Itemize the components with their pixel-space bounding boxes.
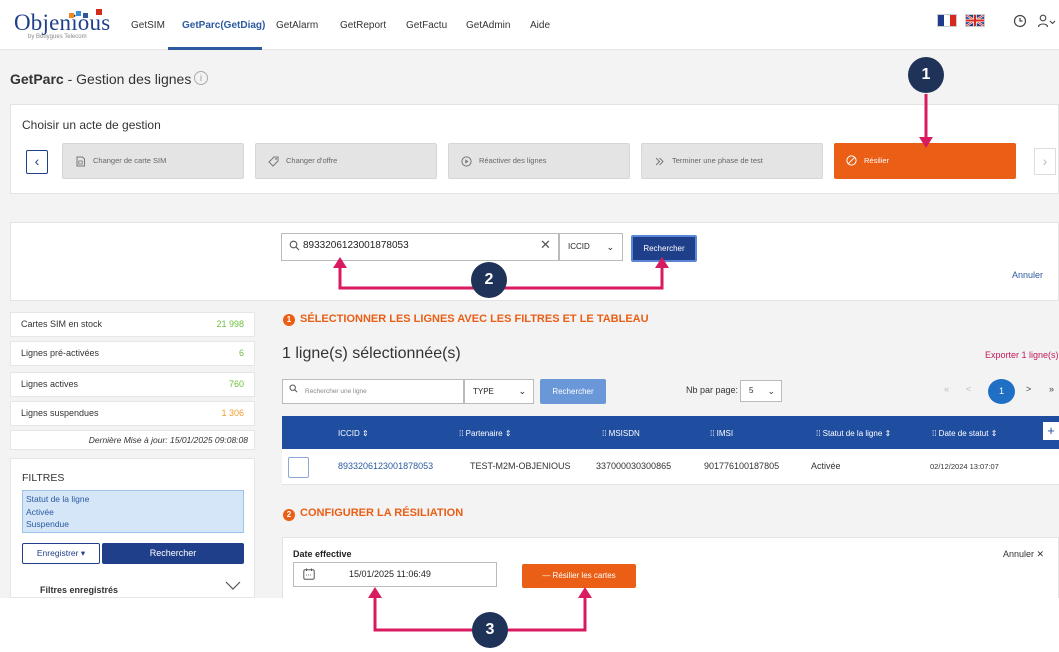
brand-tagline: by Bouygues Telecom	[28, 34, 87, 40]
callout-3: 3	[472, 612, 508, 648]
cell-imsi: 901776100187805	[704, 461, 780, 471]
carousel-next-button[interactable]: ›	[1034, 148, 1056, 175]
tag-icon	[268, 156, 279, 167]
callout-1: 1	[908, 57, 944, 93]
search-submit-button[interactable]: Rechercher	[631, 235, 697, 262]
nav-item-getsim[interactable]: GetSIM	[131, 20, 165, 31]
add-column-button[interactable]: +	[1043, 422, 1059, 440]
stat-pre-activated[interactable]: Lignes pré-activées 6	[10, 341, 255, 366]
cell-iccid[interactable]: 8933206123001878053	[338, 461, 433, 471]
cell-msisdn: 337000030300865	[596, 461, 672, 471]
uk-flag-icon[interactable]	[965, 14, 985, 27]
line-search-button[interactable]: Rechercher	[540, 379, 606, 404]
acte-changer-carte-sim-button[interactable]: Changer de carte SIM	[62, 143, 244, 179]
acte-reactiver-lignes-button[interactable]: Réactiver des lignes	[448, 143, 630, 179]
step-1-badge: 1	[283, 314, 295, 326]
clear-icon[interactable]: ✕	[540, 237, 551, 253]
nav-item-getalarm[interactable]: GetAlarm	[276, 20, 318, 31]
column-header-partenaire[interactable]: ⁞⁞ Partenaire ⇕	[459, 429, 512, 438]
cell-date-statut: 02/12/2024 13:07:07	[930, 462, 999, 471]
pagination-last[interactable]: »	[1049, 384, 1054, 394]
nav-item-aide[interactable]: Aide	[530, 20, 550, 31]
resilier-cartes-button[interactable]: — Résilier les cartes	[522, 564, 636, 588]
clock-icon[interactable]	[1013, 14, 1027, 28]
column-header-date-statut[interactable]: ⁞⁞ Date de statut ⇕	[932, 429, 997, 438]
date-effective-input[interactable]: 15/01/2025 11:06:49	[293, 562, 497, 587]
selected-lines-count: 1 ligne(s) sélectionnée(s)	[282, 345, 461, 362]
nav-item-getadmin[interactable]: GetAdmin	[466, 20, 510, 31]
chevron-down-icon: ⌄	[767, 386, 775, 396]
chevron-down-icon: ⌄	[606, 242, 614, 252]
acte-de-gestion-title: Choisir un acte de gestion	[22, 118, 161, 132]
filters-search-button[interactable]: Rechercher	[102, 543, 244, 564]
step-2-badge: 2	[283, 509, 295, 521]
calendar-icon[interactable]	[303, 568, 315, 580]
play-icon	[461, 156, 472, 167]
acte-resilier-button[interactable]: Résilier	[834, 143, 1016, 179]
double-chevron-icon	[655, 157, 664, 166]
acte-changer-offre-button[interactable]: Changer d'offre	[255, 143, 437, 179]
line-type-select[interactable]: TYPE ⌄	[464, 379, 534, 404]
filters-title: FILTRES	[22, 472, 65, 484]
sim-card-icon	[76, 156, 85, 167]
stat-suspended-lines[interactable]: Lignes suspendues 1 306	[10, 401, 255, 426]
search-input-value: 8933206123001878053	[303, 240, 409, 251]
active-filter-chip[interactable]: Statut de la ligne Activée Suspendue	[22, 490, 244, 533]
chevron-down-icon[interactable]	[225, 579, 241, 591]
pagination-prev[interactable]: <	[966, 384, 971, 394]
nb-par-page-select[interactable]: 5 ⌄	[740, 380, 782, 402]
logo-dots-icon	[69, 9, 102, 18]
carousel-prev-button[interactable]: ‹	[26, 150, 48, 174]
french-flag-icon[interactable]	[937, 14, 957, 27]
column-header-iccid[interactable]: ICCID ⇕	[338, 429, 369, 438]
search-icon	[289, 240, 300, 251]
search-icon	[289, 384, 298, 393]
step-2-title: CONFIGURER LA RÉSILIATION	[300, 507, 464, 519]
stat-sim-stock[interactable]: Cartes SIM en stock 21 998	[10, 312, 255, 337]
step-1-title: SÉLECTIONNER LES LIGNES AVEC LES FILTRES…	[300, 313, 649, 325]
export-lines-link[interactable]: Exporter 1 ligne(s)	[985, 350, 1059, 360]
search-type-select[interactable]: ICCID ⌄	[559, 233, 623, 261]
saved-filters-toggle[interactable]: Filtres enregistrés	[40, 585, 118, 595]
date-effective-label: Date effective	[293, 549, 352, 559]
line-search-input[interactable]: Rechercher une ligne	[282, 379, 464, 404]
info-icon[interactable]: i	[194, 71, 208, 85]
callout-2: 2	[471, 262, 507, 298]
nb-par-page-label: Nb par page:	[686, 385, 739, 395]
column-header-imsi[interactable]: ⁞⁞ IMSI	[710, 429, 733, 438]
cell-statut: Activée	[811, 461, 841, 471]
row-checkbox[interactable]	[288, 457, 309, 478]
pagination-first[interactable]: «	[944, 384, 949, 394]
cancel-icon	[846, 155, 857, 166]
pagination-current[interactable]: 1	[988, 379, 1015, 404]
last-update-text: Dernière Mise à jour: 15/01/2025 09:08:0…	[10, 430, 255, 450]
chevron-down-icon: ⌄	[518, 386, 526, 396]
cell-partenaire: TEST-M2M-OBJENIOUS	[470, 461, 571, 471]
page-bottom-margin	[0, 598, 1059, 652]
user-account-icon[interactable]	[1037, 14, 1057, 28]
column-header-statut[interactable]: ⁞⁞ Statut de la ligne ⇕	[816, 429, 891, 438]
acte-terminer-phase-test-button[interactable]: Terminer une phase de test	[641, 143, 823, 179]
cancel-resiliation-link[interactable]: Annuler ✕	[1003, 549, 1044, 560]
nav-item-getreport[interactable]: GetReport	[340, 20, 386, 31]
page-title: GetParc - Gestion des lignes	[10, 71, 192, 87]
column-header-msisdn[interactable]: ⁞⁞ MSISDN	[602, 429, 640, 438]
cancel-search-link[interactable]: Annuler	[1012, 270, 1043, 280]
pagination-next[interactable]: >	[1026, 384, 1031, 394]
nav-item-getfactu[interactable]: GetFactu	[406, 20, 447, 31]
nav-item-getparc[interactable]: GetParc(GetDiag)	[182, 20, 265, 31]
save-filter-button[interactable]: Enregistrer ▾	[22, 543, 100, 564]
stat-active-lines[interactable]: Lignes actives 760	[10, 372, 255, 397]
